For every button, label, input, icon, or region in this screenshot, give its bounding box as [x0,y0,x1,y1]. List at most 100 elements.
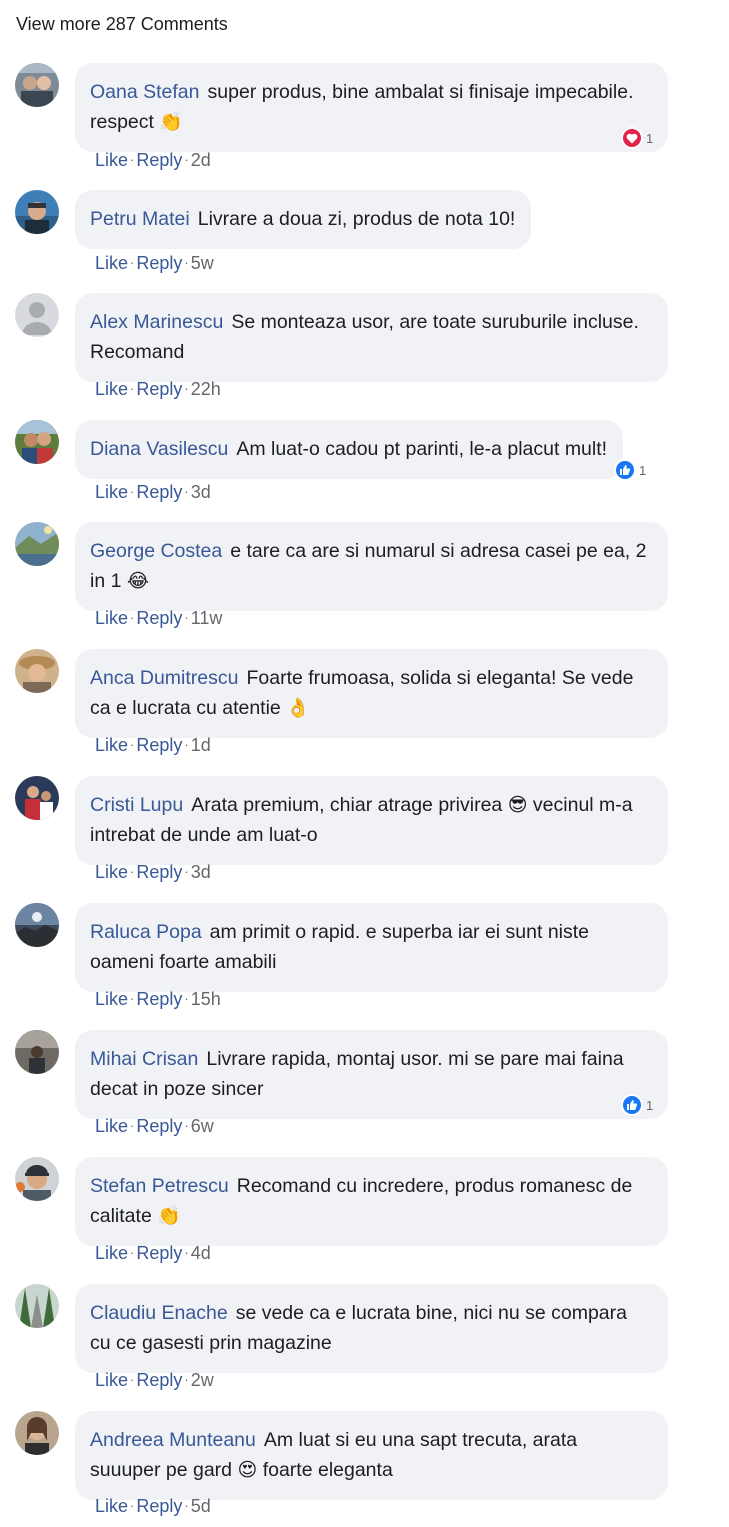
like-link[interactable]: Like [95,862,128,882]
avatar[interactable] [15,1284,59,1328]
reply-link[interactable]: Reply [136,482,182,502]
reply-link[interactable]: Reply [136,989,182,1009]
comment-actions: Like · Reply · 5w [95,253,214,274]
comment-actions: Like · Reply · 6w [95,1116,214,1137]
comment-timestamp[interactable]: 15h [191,989,221,1009]
reply-link[interactable]: Reply [136,1370,182,1390]
emoji-clap: 👏 [159,111,184,133]
comment-timestamp[interactable]: 2w [191,1370,214,1390]
comment-author-link[interactable]: Stefan Petrescu [90,1175,229,1197]
comment-timestamp[interactable]: 2d [191,150,211,170]
comment-actions: Like · Reply · 1d [95,735,211,756]
comment-bubble: Oana Stefan super produs, bine ambalat si… [75,63,668,152]
reaction-count: 1 [646,130,654,146]
comment-actions: Like · Reply · 22h [95,379,221,400]
reaction-summary[interactable]: 1 [614,459,646,481]
reply-link[interactable]: Reply [136,379,182,399]
separator: · [130,991,135,1006]
comment-author-link[interactable]: Raluca Popa [90,921,202,943]
comment-actions: Like · Reply · 5d [95,1496,211,1517]
comment-timestamp[interactable]: 5d [191,1496,211,1516]
separator: · [184,1245,189,1260]
separator: · [184,1498,189,1513]
comment-actions: Like · Reply · 4d [95,1243,211,1264]
like-link[interactable]: Like [95,608,128,628]
like-link[interactable]: Like [95,1243,128,1263]
reply-link[interactable]: Reply [136,608,182,628]
emoji-sunglasses: 😎 [507,794,528,816]
comment-author-link[interactable]: Andreea Munteanu [90,1429,256,1451]
reply-link[interactable]: Reply [136,1243,182,1263]
separator: · [130,1245,135,1260]
view-more-comments-link[interactable]: View more 287 Comments [16,14,228,35]
comment-timestamp[interactable]: 3d [191,482,211,502]
emoji-ok-hand: 👌 [286,697,310,719]
comment-timestamp[interactable]: 6w [191,1116,214,1136]
like-link[interactable]: Like [95,735,128,755]
separator: · [184,864,189,879]
comment-timestamp[interactable]: 5w [191,253,214,273]
comment-author-link[interactable]: Mihai Crisan [90,1048,198,1070]
separator: · [130,610,135,625]
comment-timestamp[interactable]: 4d [191,1243,211,1263]
comment-timestamp[interactable]: 22h [191,379,221,399]
separator: · [130,1372,135,1387]
like-link[interactable]: Like [95,1496,128,1516]
comment-author-link[interactable]: Petru Matei [90,208,190,230]
comment-actions: Like · Reply · 3d [95,862,211,883]
like-link[interactable]: Like [95,150,128,170]
comment-author-link[interactable]: George Costea [90,540,222,562]
separator: · [184,484,189,499]
avatar[interactable] [15,420,59,464]
comment-bubble: Andreea Munteanu Am luat si eu una sapt t… [75,1411,668,1500]
comment-author-link[interactable]: Claudiu Enache [90,1302,228,1324]
like-link[interactable]: Like [95,989,128,1009]
comment-author-link[interactable]: Alex Marinescu [90,311,223,333]
reply-link[interactable]: Reply [136,735,182,755]
comment-item: Cristi Lupu Arata premium, chiar atrage p… [0,776,729,896]
like-link[interactable]: Like [95,1116,128,1136]
reply-link[interactable]: Reply [136,1116,182,1136]
like-reaction-icon [614,459,636,481]
comment-item: Stefan Petrescu Recomand cu incredere, pr… [0,1157,729,1277]
comment-author-link[interactable]: Diana Vasilescu [90,438,228,460]
avatar[interactable] [15,190,59,234]
reply-link[interactable]: Reply [136,150,182,170]
comment-timestamp[interactable]: 11w [191,608,223,628]
emoji-heart-eyes: 😍 [237,1459,258,1481]
like-link[interactable]: Like [95,1370,128,1390]
comment-author-link[interactable]: Cristi Lupu [90,794,183,816]
reply-link[interactable]: Reply [136,1496,182,1516]
comment-timestamp[interactable]: 1d [191,735,211,755]
separator: · [130,381,135,396]
avatar[interactable] [15,776,59,820]
avatar[interactable] [15,903,59,947]
reply-link[interactable]: Reply [136,862,182,882]
reaction-summary[interactable]: 1 [621,127,653,149]
separator: · [184,1118,189,1133]
emoji-laughing: 😂 [126,570,150,592]
comment-text-continued: foarte eleganta [262,1459,393,1481]
comment-author-link[interactable]: Oana Stefan [90,81,200,103]
avatar[interactable] [15,1030,59,1074]
avatar[interactable] [15,1411,59,1455]
reaction-summary[interactable]: 1 [621,1094,653,1116]
comment-actions: Like · Reply · 2w [95,1370,214,1391]
avatar[interactable] [15,1157,59,1201]
avatar[interactable] [15,293,59,337]
comment-item: Mihai Crisan Livrare rapida, montaj usor.… [0,1030,729,1150]
comment-author-link[interactable]: Anca Dumitrescu [90,667,238,689]
avatar[interactable] [15,649,59,693]
comment-bubble: Claudiu Enache se vede ca e lucrata bine,… [75,1284,668,1373]
reply-link[interactable]: Reply [136,253,182,273]
like-link[interactable]: Like [95,379,128,399]
like-link[interactable]: Like [95,482,128,502]
avatar[interactable] [15,63,59,107]
comment-bubble: Diana Vasilescu Am luat-o cadou pt parint… [75,420,624,479]
like-link[interactable]: Like [95,253,128,273]
comment-bubble: Stefan Petrescu Recomand cu incredere, pr… [75,1157,668,1246]
avatar[interactable] [15,522,59,566]
separator: · [130,1118,135,1133]
comment-timestamp[interactable]: 3d [191,862,211,882]
comment-item: Oana Stefan super produs, bine ambalat si… [0,63,729,183]
